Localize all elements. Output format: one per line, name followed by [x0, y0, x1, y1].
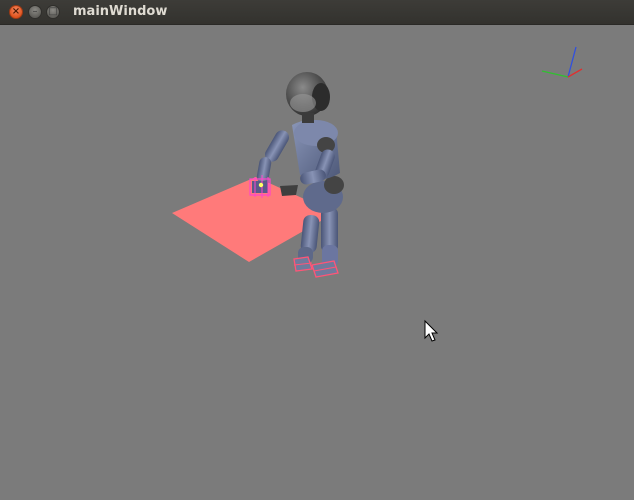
scene-canvas[interactable] — [0, 25, 634, 500]
window-title: mainWindow — [73, 4, 168, 19]
main-window: × – □ mainWindow — [0, 0, 634, 500]
minimize-icon[interactable]: – — [28, 5, 42, 19]
axis-gizmo — [541, 46, 583, 78]
y-axis-line — [541, 70, 569, 78]
arrow-cursor-icon — [424, 319, 439, 342]
3d-viewport[interactable] — [0, 25, 634, 500]
maximize-icon[interactable]: □ — [46, 5, 60, 19]
left-foot — [293, 256, 313, 272]
close-icon[interactable]: × — [9, 5, 23, 19]
title-bar[interactable]: × – □ mainWindow — [0, 0, 634, 25]
grasp-target — [249, 175, 271, 198]
right-foot — [311, 260, 339, 278]
